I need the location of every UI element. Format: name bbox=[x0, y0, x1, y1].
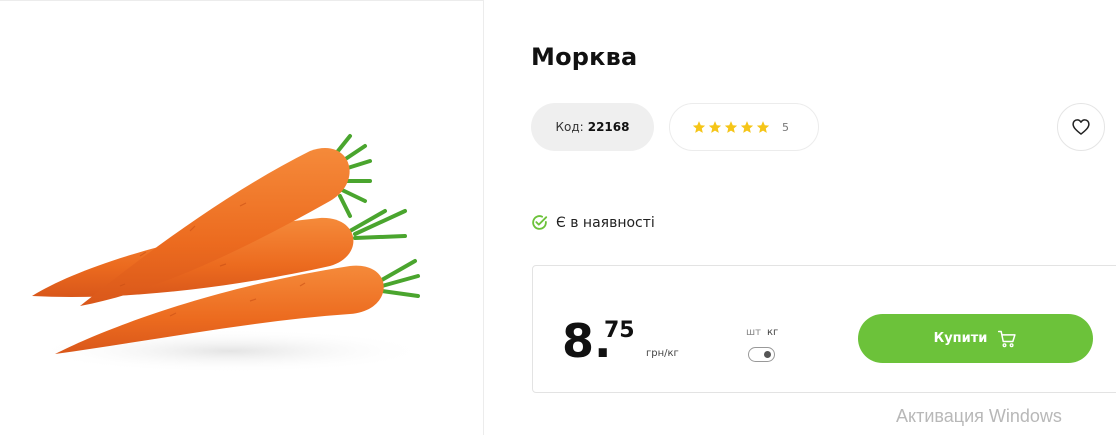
star-icon bbox=[724, 121, 738, 133]
stock-status-text: Є в наявності bbox=[556, 214, 655, 231]
unit-toggle-labels: шт кг bbox=[746, 327, 778, 338]
product-title: Морква bbox=[531, 43, 638, 71]
price-box: 8. 75 грн/кг шт кг Купити bbox=[532, 265, 1116, 393]
toggle-knob bbox=[764, 351, 771, 358]
stock-status: Є в наявності bbox=[531, 214, 655, 231]
buy-button[interactable]: Купити bbox=[858, 314, 1093, 363]
windows-activation-watermark: Активация Windows bbox=[896, 406, 1062, 426]
product-code-badge: Код: 22168 bbox=[531, 103, 654, 151]
unit-toggle-switch[interactable] bbox=[748, 347, 775, 362]
star-icon bbox=[740, 121, 754, 133]
product-code-value: 22168 bbox=[587, 120, 630, 134]
cart-icon bbox=[998, 330, 1017, 347]
unit-option-pcs[interactable]: шт bbox=[746, 327, 761, 338]
buy-button-label: Купити bbox=[933, 331, 988, 346]
unit-option-kg[interactable]: кг bbox=[767, 327, 778, 338]
product-code-label: Код: bbox=[555, 120, 584, 134]
star-icon bbox=[708, 121, 722, 133]
check-circle-icon bbox=[532, 215, 548, 230]
price-cents: 75 bbox=[604, 318, 635, 343]
price-unit: грн/кг bbox=[646, 348, 679, 359]
rating-count: 5 bbox=[782, 120, 789, 134]
product-rating[interactable]: 5 bbox=[669, 103, 819, 151]
product-image-panel bbox=[0, 0, 484, 435]
product-image bbox=[30, 134, 430, 373]
star-icon bbox=[692, 121, 706, 133]
favorite-button[interactable] bbox=[1057, 103, 1105, 151]
star-icon bbox=[756, 121, 770, 133]
heart-icon bbox=[1072, 119, 1090, 135]
